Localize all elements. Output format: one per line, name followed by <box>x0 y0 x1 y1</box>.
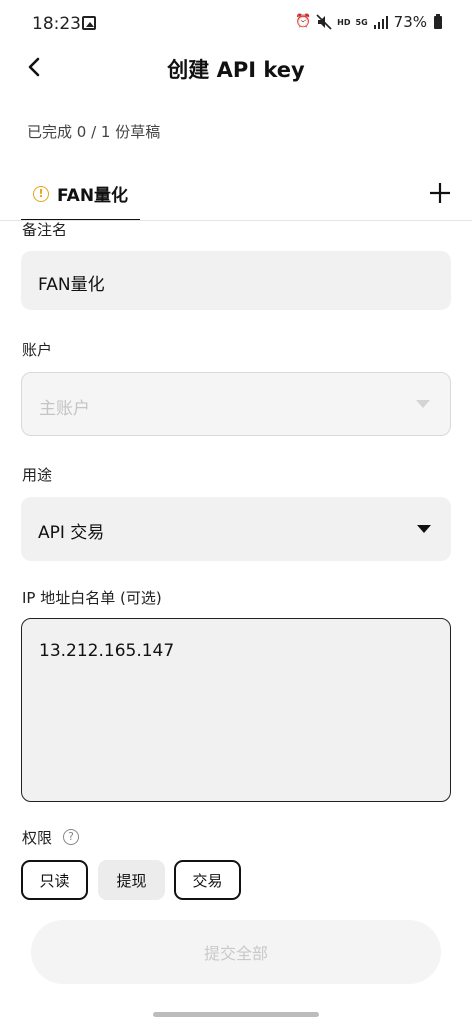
remark-input[interactable]: FAN量化 <box>21 251 451 310</box>
usage-value: API 交易 <box>38 523 105 543</box>
remark-value: FAN量化 <box>38 275 105 295</box>
usage-select[interactable]: API 交易 <box>21 497 451 561</box>
status-icons: ⏰ HD 5G 73% <box>295 13 442 31</box>
permission-chip-readonly[interactable]: 只读 <box>21 860 88 900</box>
remark-label: 备注名 <box>22 221 68 239</box>
alarm-icon: ⏰ <box>294 14 312 29</box>
plus-icon <box>430 183 450 203</box>
add-tab-button[interactable] <box>426 179 454 207</box>
account-select[interactable]: 主账户 <box>21 372 451 436</box>
permission-chip-trade[interactable]: 交易 <box>174 860 241 900</box>
account-label: 账户 <box>22 341 53 359</box>
tab-fan-quant[interactable]: ! FAN量化 <box>33 181 128 206</box>
status-bar: 18:23 ⏰ HD 5G 73% <box>0 0 472 48</box>
tab-label: FAN量化 <box>57 186 129 206</box>
page-title: 创建 API key <box>167 58 305 82</box>
battery-percent: 73% <box>393 13 427 31</box>
mute-icon <box>316 14 332 30</box>
gallery-icon <box>82 16 96 30</box>
tab-divider <box>0 220 472 221</box>
battery-icon <box>434 13 442 29</box>
home-indicator[interactable] <box>153 1012 319 1017</box>
hd-icon: HD <box>337 17 351 27</box>
account-value: 主账户 <box>39 399 90 419</box>
submit-all-button[interactable]: 提交全部 <box>31 920 441 984</box>
usage-label: 用途 <box>22 466 53 484</box>
ip-whitelist-label: IP 地址白名单 (可选) <box>22 589 162 607</box>
status-time: 18:23 <box>32 14 81 34</box>
permission-chip-withdraw[interactable]: 提现 <box>98 860 165 900</box>
warning-circle-icon: ! <box>33 185 49 202</box>
signal-icon <box>373 16 388 29</box>
chevron-down-icon <box>417 525 431 533</box>
ip-whitelist-value: 13.212.165.147 <box>39 641 175 661</box>
question-circle-icon[interactable]: ? <box>63 829 79 845</box>
ip-whitelist-textarea[interactable]: 13.212.165.147 <box>21 618 451 802</box>
5g-icon: 5G <box>355 17 368 27</box>
permissions-label: 权限 <box>22 829 53 847</box>
chevron-down-icon <box>416 400 430 408</box>
draft-status: 已完成 0 / 1 份草稿 <box>27 123 161 141</box>
